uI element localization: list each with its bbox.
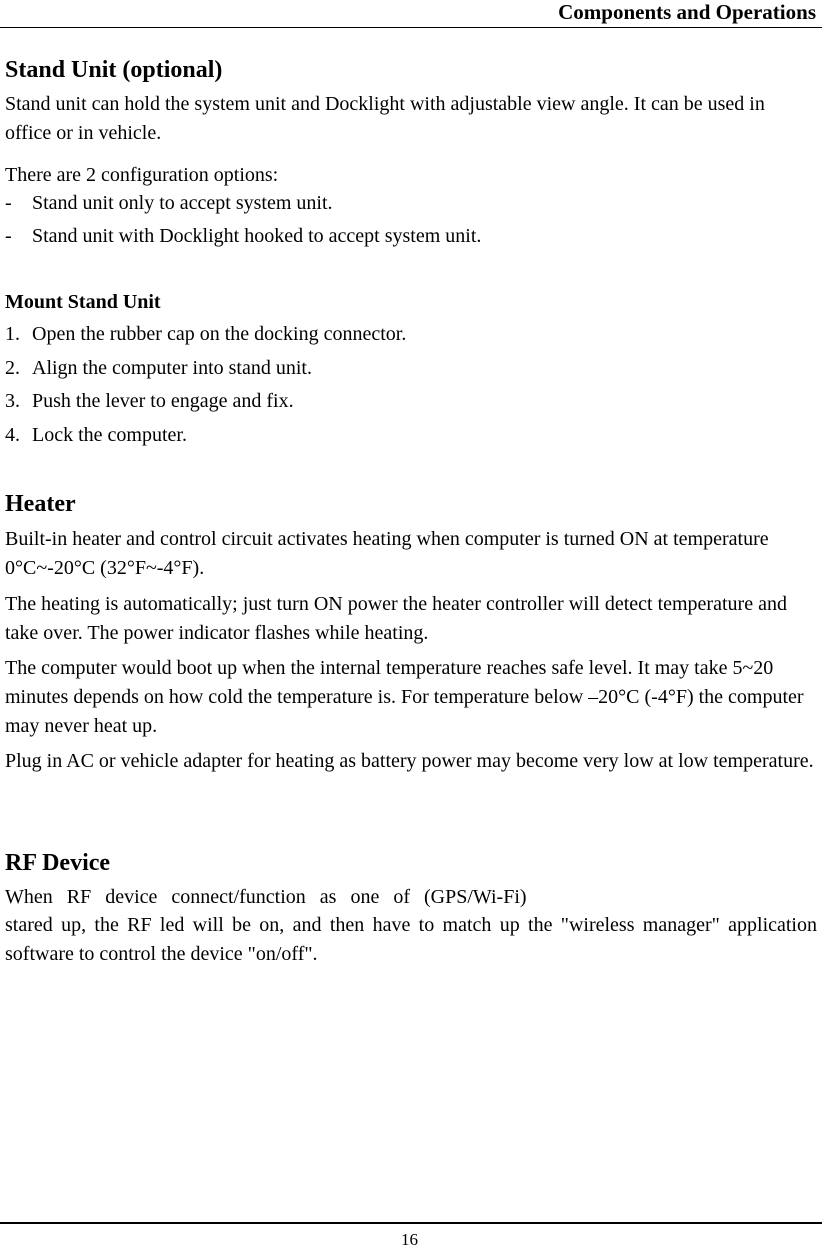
page-number: 16 [401,1230,418,1249]
stand-unit-intro: Stand unit can hold the system unit and … [5,93,765,144]
section-heading-stand-unit: Stand Unit (optional) [5,57,223,83]
option-text: Stand unit only to accept system unit. [32,192,333,214]
option-item: - Stand unit with Docklight hooked to acc… [5,224,481,248]
heater-paragraph: The heating is automatically; just turn … [5,593,787,644]
dash-marker: - [5,225,12,247]
step-number: 3. [5,390,20,412]
step-item: 3. Push the lever to engage and fix. [5,389,294,413]
step-number: 4. [5,424,20,446]
step-item: 2. Align the computer into stand unit. [5,356,312,380]
step-item: 4. Lock the computer. [5,423,187,447]
subheading-mount-stand-unit: Mount Stand Unit [5,291,161,313]
step-number: 1. [5,323,20,345]
step-number: 2. [5,357,20,379]
step-text: Open the rubber cap on the docking conne… [32,323,407,345]
header-title: Components and Operations [558,0,816,24]
heater-paragraph: The computer would boot up when the inte… [5,657,804,737]
heater-paragraph: Built-in heater and control circuit acti… [5,528,769,579]
step-text: Lock the computer. [32,424,187,446]
footer-rule [0,1222,822,1224]
step-item: 1. Open the rubber cap on the docking con… [5,322,406,346]
dash-marker: - [5,192,12,214]
step-text: Push the lever to engage and fix. [32,390,294,412]
option-text: Stand unit with Docklight hooked to acce… [32,225,482,247]
header-rule [0,27,822,28]
option-item: - Stand unit only to accept system unit. [5,191,333,215]
heater-paragraph: Plug in AC or vehicle adapter for heatin… [5,750,814,772]
rf-device-paragraph: stared up, the RF led will be on, and th… [5,914,817,965]
section-heading-heater: Heater [5,491,76,517]
section-heading-rf-device: RF Device [5,850,111,876]
options-intro: There are 2 configuration options: [5,164,279,186]
rf-device-line: When RF device connect/function as one o… [5,886,527,908]
step-text: Align the computer into stand unit. [32,357,312,379]
